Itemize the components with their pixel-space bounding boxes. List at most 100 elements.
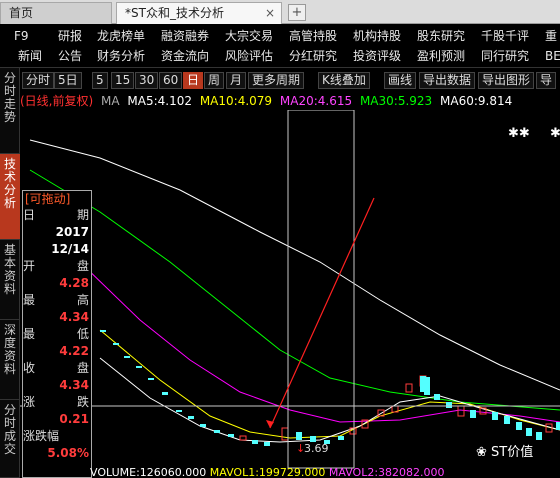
date-year: 2017	[55, 225, 89, 239]
candle	[176, 410, 182, 412]
left-nav: 分时走势 技术分析 基本资料 深度资料 分时成交	[0, 68, 20, 478]
change-label-2: 跌	[76, 395, 89, 409]
menu-exec-holdings[interactable]: 高管持股	[289, 26, 337, 46]
drag-handle-label[interactable]: [可拖动]	[23, 191, 91, 207]
close-label-1: 收	[23, 361, 36, 375]
event-marker-2: ✱	[550, 126, 560, 141]
candle	[470, 410, 476, 418]
candle	[239, 435, 247, 441]
candle	[526, 428, 532, 436]
period-30[interactable]: 30	[135, 72, 159, 89]
period-15[interactable]: 15	[111, 72, 135, 89]
menu-dragon-tiger[interactable]: 龙虎榜单	[97, 26, 145, 46]
candle	[281, 427, 289, 441]
candle	[338, 436, 344, 440]
menu-block-trade[interactable]: 大宗交易	[225, 26, 273, 46]
ma60-value: MA60:9.814	[440, 94, 513, 108]
tab-active-label: *ST众和_技术分析	[125, 6, 224, 20]
menu-finance[interactable]: 财务分析	[97, 46, 145, 66]
menu-stock-review[interactable]: 千股千评	[481, 26, 529, 46]
candles	[100, 330, 560, 446]
ltab-deep[interactable]: 深度资料	[0, 320, 20, 400]
period-month[interactable]: 月	[226, 72, 247, 89]
event-marker-1: ✱✱	[508, 126, 530, 141]
menu-shareholder[interactable]: 股东研究	[417, 26, 465, 46]
ltab-basic[interactable]: 基本资料	[0, 240, 20, 320]
menu-peer[interactable]: 同行研究	[481, 46, 529, 66]
ltab-technical[interactable]: 技术分析	[0, 154, 20, 240]
candle	[516, 422, 522, 430]
candle	[200, 424, 206, 427]
more-periods-dropdown[interactable]: 更多周期	[248, 72, 305, 89]
quote-info-panel[interactable]: [可拖动] 日期 2017 12/14 开盘 4.28 最高 4.34 最低 4…	[22, 190, 92, 478]
export-data-button[interactable]: 导出数据	[419, 72, 476, 89]
period-60[interactable]: 60	[159, 72, 183, 89]
ma-legend: (日线,前复权) MA MA5:4.102 MA10:4.079 MA20:4.…	[20, 92, 560, 110]
menu-inst-holdings[interactable]: 机构持股	[353, 26, 401, 46]
ma5-value: MA5:4.102	[127, 94, 192, 108]
wechat-icon: ❀	[476, 445, 487, 460]
candle	[214, 430, 220, 433]
period-5day[interactable]: 5日	[54, 72, 82, 89]
menu-f9[interactable]: F9	[14, 26, 29, 46]
tab-home[interactable]: 首页	[0, 2, 112, 24]
period-day[interactable]: 日	[183, 72, 204, 89]
function-menu: F9 研报 龙虎榜单 融资融券 大宗交易 高管持股 机构持股 股东研究 千股千评…	[0, 24, 560, 68]
candle	[405, 383, 413, 393]
high-label-1: 最	[23, 293, 36, 307]
menu-fund-flow[interactable]: 资金流向	[161, 46, 209, 66]
ma20-value: MA20:4.615	[279, 94, 353, 108]
low-label-2: 低	[76, 327, 89, 341]
candle	[162, 392, 168, 395]
candle	[100, 330, 106, 332]
add-tab-button[interactable]: +	[288, 4, 306, 21]
menu-margin[interactable]: 融资融券	[161, 26, 209, 46]
candle	[148, 378, 154, 380]
pct-label: 涨跌幅	[23, 429, 60, 443]
ltab-ticks[interactable]: 分时成交	[0, 400, 20, 478]
export-chart-button[interactable]: 导出图形	[478, 72, 535, 89]
candle	[188, 416, 194, 419]
menu-rating[interactable]: 投资评级	[353, 46, 401, 66]
draw-line-button[interactable]: 画线	[384, 72, 417, 89]
open-label-1: 开	[23, 259, 36, 273]
low-value: 4.22	[59, 344, 89, 358]
kline-overlay-dropdown[interactable]: K线叠加	[318, 72, 370, 89]
candle	[536, 432, 542, 440]
menu-research[interactable]: 研报	[58, 26, 82, 46]
candle	[556, 422, 560, 430]
trend-line	[269, 197, 375, 429]
candle	[228, 434, 234, 437]
period-intraday[interactable]: 分时	[22, 72, 55, 89]
menu-more-2[interactable]: BE	[545, 46, 560, 66]
candle	[446, 402, 452, 408]
export-more-button[interactable]: 导	[536, 72, 557, 89]
period-5[interactable]: 5	[92, 72, 108, 89]
menu-more-1[interactable]: 重	[545, 26, 557, 46]
chart-mode-label: (日线,前复权)	[20, 94, 94, 108]
candle	[264, 442, 270, 446]
ma10-line	[99, 329, 560, 439]
period-toolbar: 分时 5日 5 15 30 60 日 周 月 更多周期 K线叠加 画线 导出数据…	[20, 69, 560, 91]
menu-dividend[interactable]: 分红研究	[289, 46, 337, 66]
watermark-text: ST价值	[491, 445, 534, 460]
menu-news[interactable]: 新闻	[18, 46, 42, 66]
ma60-line	[29, 139, 560, 391]
menu-forecast[interactable]: 盈利预测	[417, 46, 465, 66]
close-icon[interactable]: ×	[265, 3, 275, 23]
menu-announce[interactable]: 公告	[58, 46, 82, 66]
tab-technical-analysis[interactable]: *ST众和_技术分析 ×	[116, 2, 282, 24]
candle	[457, 405, 465, 417]
kline-chart[interactable]: ↓ 3.69 ✱✱ ✱	[20, 110, 560, 478]
pct-value: 5.08%	[47, 446, 89, 460]
menu-risk[interactable]: 风险评估	[225, 46, 273, 66]
ma5-line	[99, 357, 560, 443]
high-label-2: 高	[76, 293, 89, 307]
ma10-value: MA10:4.079	[199, 94, 273, 108]
mavol1-value: MAVOL1:199729.000	[209, 468, 326, 478]
period-week[interactable]: 周	[204, 72, 225, 89]
date-label-2: 期	[76, 208, 89, 222]
candle	[124, 356, 130, 358]
ltab-intraday[interactable]: 分时走势	[0, 68, 20, 154]
candle	[504, 416, 510, 424]
